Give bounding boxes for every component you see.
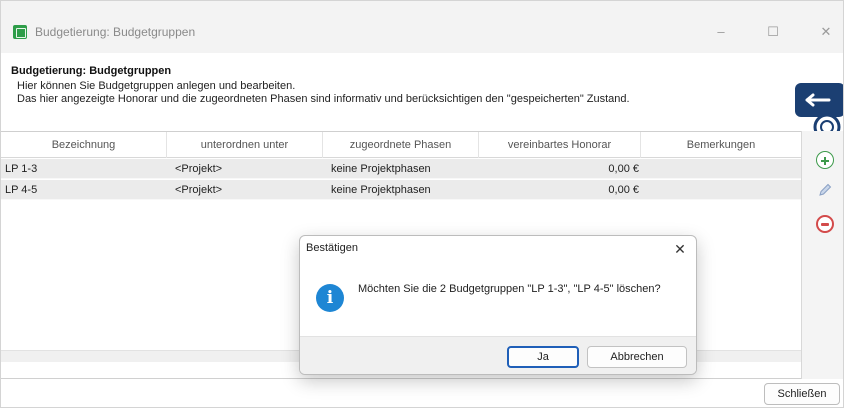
cell-phasen: keine Projektphasen (331, 163, 431, 175)
dialog-message: Möchten Sie die 2 Budgetgruppen "LP 1-3"… (358, 283, 661, 295)
page-description: Hier können Sie Budgetgruppen anlegen un… (17, 80, 630, 106)
dialog-title: Bestätigen (306, 242, 358, 254)
dialog-close-icon[interactable]: ✕ (668, 239, 692, 259)
table-row[interactable]: LP 1-3 <Projekt> keine Projektphasen 0,0… (1, 159, 801, 179)
cell-bezeichnung: LP 4-5 (5, 184, 38, 196)
info-icon: i (316, 284, 344, 312)
cell-honorar: 0,00 € (608, 163, 639, 175)
cell-phasen: keine Projektphasen (331, 184, 431, 196)
page-title: Budgetierung: Budgetgruppen (11, 65, 172, 77)
maximize-button[interactable]: ☐ (758, 19, 788, 45)
main-window: Budgetierung: Budgetgruppen – ☐ ✕ Budget… (0, 0, 844, 408)
app-icon (13, 25, 27, 39)
cell-bezeichnung: LP 1-3 (5, 163, 38, 175)
cell-honorar: 0,00 € (608, 184, 639, 196)
column-header-unterordnen[interactable]: unterordnen unter (167, 132, 323, 158)
header: Budgetierung: Budgetgruppen Hier können … (1, 53, 843, 141)
column-header-bemerkungen[interactable]: Bemerkungen (641, 132, 801, 158)
cell-unterordnen: <Projekt> (175, 184, 223, 196)
column-header-honorar[interactable]: vereinbartes Honorar (479, 132, 641, 158)
table-row[interactable]: LP 4-5 <Projekt> keine Projektphasen 0,0… (1, 180, 801, 200)
add-icon[interactable] (816, 151, 834, 169)
close-window-button[interactable]: ✕ (811, 19, 841, 45)
dialog-footer: Ja Abbrechen (300, 336, 696, 374)
description-line-1: Hier können Sie Budgetgruppen anlegen un… (17, 80, 296, 92)
table-header: Bezeichnung unterordnen unter zugeordnet… (1, 132, 801, 158)
confirm-dialog: Bestätigen ✕ i Möchten Sie die 2 Budgetg… (299, 235, 697, 375)
close-button[interactable]: Schließen (764, 383, 840, 405)
window-title: Budgetierung: Budgetgruppen (35, 25, 196, 39)
side-toolbar (801, 131, 843, 379)
description-line-2: Das hier angezeigte Honorar und die zuge… (17, 93, 630, 105)
cell-unterordnen: <Projekt> (175, 163, 223, 175)
edit-pencil-icon[interactable] (816, 181, 834, 199)
column-header-phasen[interactable]: zugeordnete Phasen (323, 132, 479, 158)
minimize-button[interactable]: – (706, 19, 736, 45)
dialog-body: i Möchten Sie die 2 Budgetgruppen "LP 1-… (300, 264, 696, 336)
footer: Schließen (1, 379, 843, 407)
delete-icon[interactable] (816, 215, 834, 233)
yes-button[interactable]: Ja (507, 346, 579, 368)
column-header-bezeichnung[interactable]: Bezeichnung (1, 132, 167, 158)
title-bar: Budgetierung: Budgetgruppen – ☐ ✕ (1, 1, 843, 53)
cancel-button[interactable]: Abbrechen (587, 346, 687, 368)
